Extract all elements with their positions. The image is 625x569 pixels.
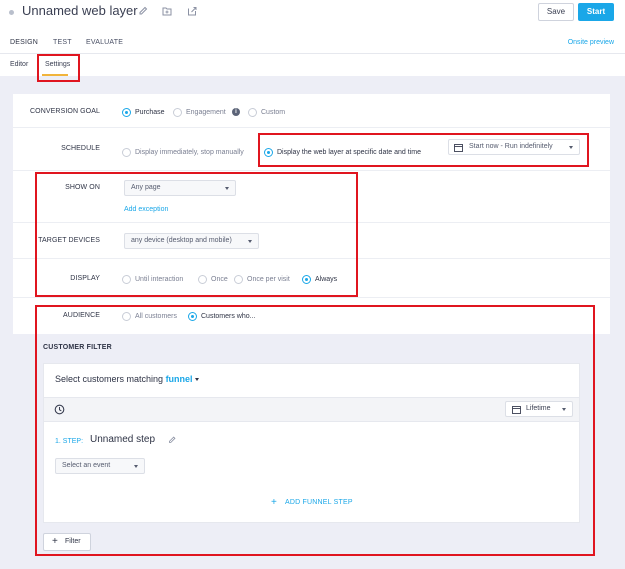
show-on-value: Any page	[131, 184, 161, 191]
option-once[interactable]: Once	[211, 276, 228, 283]
schedule-label: SCHEDULE	[61, 145, 100, 152]
option-until-interaction[interactable]: Until interaction	[135, 276, 183, 283]
funnel-time-bar	[44, 397, 579, 422]
onsite-preview-link[interactable]: Onsite preview	[568, 39, 614, 46]
option-engagement[interactable]: Engagement	[186, 109, 226, 116]
radio-engagement[interactable]	[173, 108, 182, 117]
row-divider	[13, 170, 610, 171]
show-on-label: SHOW ON	[65, 184, 100, 191]
radio-custom[interactable]	[248, 108, 257, 117]
option-customers-who[interactable]: Customers who...	[201, 313, 255, 320]
step-name[interactable]: Unnamed step	[90, 434, 155, 445]
chevron-down-icon	[248, 240, 252, 243]
option-display-immediately[interactable]: Display immediately, stop manually	[135, 149, 244, 156]
audience-label: AUDIENCE	[63, 312, 100, 319]
radio-until-interaction[interactable]	[122, 275, 131, 284]
chevron-down-icon	[195, 378, 200, 382]
add-funnel-step-button[interactable]: ADD FUNNEL STEP	[285, 499, 353, 506]
matching-prefix: Select customers matching	[55, 374, 164, 384]
show-on-select[interactable]: Any page	[124, 180, 236, 196]
funnel-type-dropdown[interactable]: funnel	[166, 374, 193, 384]
tab-design[interactable]: DESIGN	[10, 39, 38, 46]
display-label: DISPLAY	[70, 275, 100, 282]
radio-purchase[interactable]	[122, 108, 131, 117]
option-once-per-visit[interactable]: Once per visit	[247, 276, 290, 283]
conversion-goal-label: CONVERSION GOAL	[30, 108, 100, 115]
option-custom[interactable]: Custom	[261, 109, 285, 116]
row-divider	[13, 297, 610, 298]
option-all-customers[interactable]: All customers	[135, 313, 177, 320]
pencil-icon[interactable]	[137, 5, 149, 17]
status-dot	[9, 10, 14, 15]
customer-filter-title: CUSTOMER FILTER	[43, 344, 112, 351]
target-devices-value: any device (desktop and mobile)	[131, 237, 232, 244]
tab-evaluate[interactable]: EVALUATE	[86, 39, 123, 46]
folder-icon[interactable]	[161, 5, 173, 17]
lifetime-select[interactable]: Lifetime	[505, 401, 573, 417]
row-divider	[13, 127, 610, 128]
chevron-down-icon	[225, 187, 229, 190]
layer-title[interactable]: Unnamed web layer	[22, 3, 138, 18]
chevron-down-icon	[134, 465, 138, 468]
option-purchase[interactable]: Purchase	[135, 109, 165, 116]
subtab-settings[interactable]: Settings	[45, 61, 70, 68]
option-specific-date[interactable]: Display the web layer at specific date a…	[277, 149, 421, 156]
export-icon[interactable]	[186, 5, 198, 17]
clock-icon[interactable]	[54, 404, 65, 415]
row-divider	[13, 222, 610, 223]
option-always[interactable]: Always	[315, 276, 337, 283]
lifetime-value: Lifetime	[526, 405, 551, 412]
funnel-matching-heading[interactable]: Select customers matching funnel	[55, 374, 200, 384]
target-devices-label: TARGET DEVICES	[38, 237, 100, 244]
tab-divider	[0, 53, 625, 54]
tab-test[interactable]: TEST	[53, 39, 72, 46]
radio-always[interactable]	[302, 275, 311, 284]
filter-button-label: Filter	[65, 538, 81, 545]
radio-once[interactable]	[198, 275, 207, 284]
radio-customers-who[interactable]	[188, 312, 197, 321]
top-bar: Unnamed web layer Save Start DESIGN TEST…	[0, 0, 625, 76]
subtab-editor[interactable]: Editor	[10, 61, 28, 68]
radio-specific-date[interactable]	[264, 148, 273, 157]
chevron-down-icon	[569, 146, 573, 149]
radio-all-customers[interactable]	[122, 312, 131, 321]
plus-icon[interactable]: +	[271, 497, 277, 508]
chevron-down-icon	[562, 408, 566, 411]
plus-icon: +	[52, 536, 58, 547]
row-divider	[13, 258, 610, 259]
calendar-icon	[512, 406, 521, 414]
target-devices-select[interactable]: any device (desktop and mobile)	[124, 233, 259, 249]
info-icon[interactable]: i	[232, 108, 240, 116]
step-number: 1. STEP:	[55, 438, 84, 445]
radio-once-per-visit[interactable]	[234, 275, 243, 284]
radio-display-immediately[interactable]	[122, 148, 131, 157]
pencil-icon[interactable]	[167, 435, 177, 445]
start-button[interactable]: Start	[578, 3, 614, 21]
schedule-date-select[interactable]: Start now - Run indefinitely	[448, 139, 580, 155]
add-exception-link[interactable]: Add exception	[124, 206, 168, 213]
settings-card	[13, 94, 610, 334]
event-select[interactable]: Select an event	[55, 458, 145, 474]
subtab-active-indicator	[42, 74, 68, 76]
calendar-icon	[454, 144, 463, 152]
schedule-date-value: Start now - Run indefinitely	[469, 143, 553, 150]
add-filter-button[interactable]: + Filter	[43, 533, 91, 551]
save-button[interactable]: Save	[538, 3, 574, 21]
event-select-value: Select an event	[62, 462, 111, 469]
